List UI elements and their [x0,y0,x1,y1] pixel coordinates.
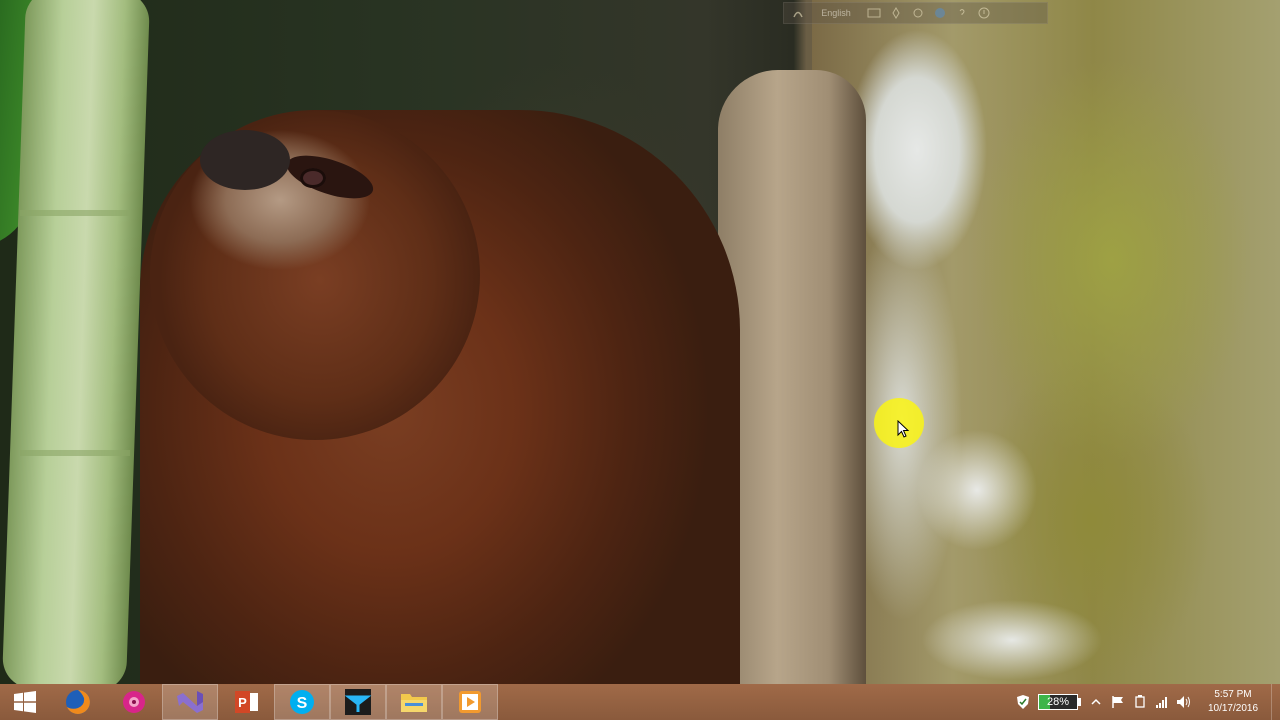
taskbar-firefox[interactable] [50,684,106,720]
language-label[interactable]: English [812,8,860,18]
language-bar[interactable]: English [783,2,1048,24]
taskbar-file-explorer[interactable] [386,684,442,720]
show-desktop-button[interactable] [1271,684,1280,720]
bamboo-node [20,210,130,216]
desktop-wallpaper [0,0,1280,684]
taskbar-telerik-app[interactable] [330,684,386,720]
action-center-flag-icon[interactable] [1107,684,1129,720]
security-shield-icon[interactable] [1012,684,1034,720]
media-player-icon [459,691,481,713]
help-icon[interactable] [954,6,970,20]
skype-icon: S [290,690,314,714]
sloth-arm [718,70,866,684]
bamboo-stalk [1,0,151,684]
bamboo-node [20,450,130,456]
svg-text:S: S [297,695,308,712]
globe-icon[interactable] [932,6,948,20]
sloth-eye [300,168,326,188]
sloth-nose [200,130,290,190]
pen-icon[interactable] [888,6,904,20]
battery-percent: 28% [1046,696,1070,708]
folder-icon [401,694,427,712]
mouse-pointer-icon [897,420,909,438]
taskbar-powerpoint[interactable]: P [218,684,274,720]
taskbar: P S 28% 5:57 PM 10/17/2016 [0,684,1280,720]
svg-text:P: P [238,695,247,710]
visual-studio-icon [177,691,203,713]
show-hidden-icons-chevron-icon[interactable] [1085,684,1107,720]
battery-cap [1078,698,1081,706]
clock-date: 10/17/2016 [1207,703,1259,714]
taskbar-flower-app[interactable] [106,684,162,720]
firefox-icon [66,690,90,714]
network-signal-icon[interactable] [1151,684,1173,720]
windows-logo-icon [14,691,36,713]
clock-time: 5:57 PM [1214,689,1252,700]
ime-icon[interactable] [790,6,806,20]
volume-speaker-icon[interactable] [1173,684,1195,720]
battery-body: 28% [1038,694,1078,710]
flower-icon [123,691,145,713]
taskbar-media-player[interactable] [442,684,498,720]
telerik-icon [344,689,372,715]
power-plug-icon[interactable] [1129,684,1151,720]
settings-icon[interactable] [910,6,926,20]
system-tray: 28% 5:57 PM 10/17/2016 [1012,684,1280,720]
keyboard-icon[interactable] [866,6,882,20]
taskbar-clock[interactable]: 5:57 PM 10/17/2016 [1195,688,1271,716]
taskbar-skype[interactable]: S [274,684,330,720]
powerpoint-icon: P [235,691,258,713]
tree-trunk [812,0,1280,684]
options-icon[interactable] [976,6,992,20]
battery-indicator[interactable]: 28% [1038,693,1081,711]
taskbar-visual-studio[interactable] [162,684,218,720]
start-button[interactable] [0,684,50,720]
